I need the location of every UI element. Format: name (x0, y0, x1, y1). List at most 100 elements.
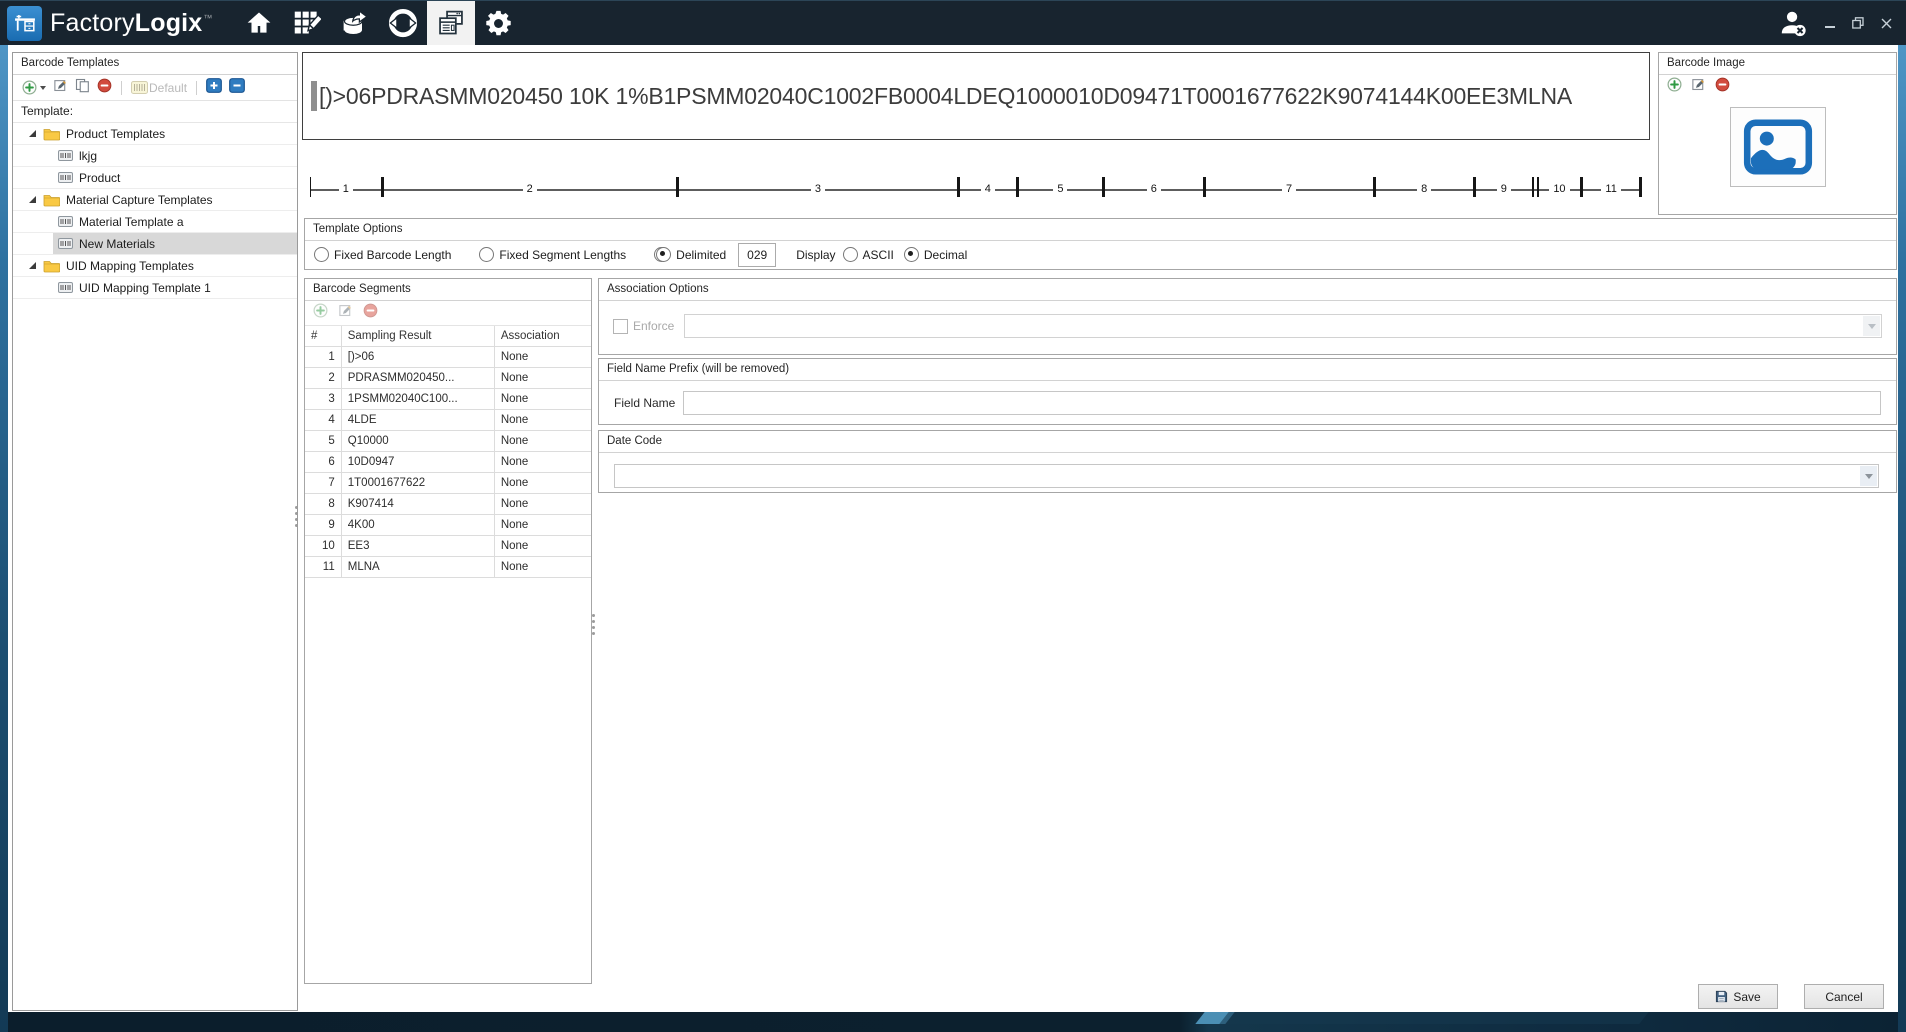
cancel-button[interactable]: Cancel (1804, 984, 1884, 1009)
cell-num: 10 (305, 536, 341, 557)
ruler-segment-number: 11 (1601, 183, 1620, 195)
expand-all-button[interactable] (206, 78, 222, 98)
expand-all-icon (206, 78, 222, 93)
enforce-label: Enforce (633, 319, 674, 333)
tree-item-new-materials-selected[interactable]: New Materials (13, 233, 297, 255)
fixed-barcode-length-radio[interactable] (314, 247, 329, 262)
edit-template-button[interactable] (53, 78, 68, 98)
tree-item-uid-mapping-template-1[interactable]: UID Mapping Template 1 (13, 277, 297, 299)
save-button[interactable]: Save (1698, 984, 1778, 1009)
fixed-segment-lengths-radio[interactable] (479, 247, 494, 262)
restore-icon (1852, 17, 1864, 29)
segment-row[interactable]: 8K907414None (305, 494, 591, 515)
tree-item-lkjg[interactable]: lkjg (13, 145, 297, 167)
tree-folder-uid-mapping-templates[interactable]: UID Mapping Templates (13, 255, 297, 277)
cell-association: None (494, 410, 591, 431)
nav-logistics-button[interactable] (379, 1, 427, 45)
segment-row[interactable]: 5Q10000None (305, 431, 591, 452)
nav-templates-button-selected[interactable] (427, 1, 475, 45)
default-template-button[interactable]: Default (131, 81, 187, 95)
nav-production-button[interactable] (283, 1, 331, 45)
segments-table-header: # Sampling Result Association (305, 326, 591, 347)
minimize-icon (1825, 26, 1835, 28)
add-segment-button[interactable] (313, 303, 328, 323)
tree-folder-product-templates[interactable]: Product Templates (13, 123, 297, 145)
ascii-label: ASCII (863, 248, 894, 262)
user-x-icon (1778, 8, 1808, 38)
association-combobox[interactable] (684, 314, 1882, 338)
field-name-label: Field Name (614, 396, 675, 410)
segment-row[interactable]: 2PDRASMM020450...None (305, 368, 591, 389)
main-content: Barcode Templates (8, 44, 1898, 1012)
expander-icon[interactable] (28, 129, 37, 138)
cell-association: None (494, 557, 591, 578)
nav-home-button[interactable] (235, 1, 283, 45)
sidebar-splitter-grip[interactable] (295, 506, 298, 509)
segment-row[interactable]: 94K00None (305, 515, 591, 536)
col-header-num[interactable]: # (305, 326, 341, 347)
remove-image-button[interactable] (1715, 77, 1730, 97)
cell-num: 3 (305, 389, 341, 410)
segment-row[interactable]: 10EE3None (305, 536, 591, 557)
tree-folder-material-capture-templates[interactable]: Material Capture Templates (13, 189, 297, 211)
tree-item-product[interactable]: Product (13, 167, 297, 189)
minimize-button[interactable] (1816, 8, 1844, 38)
template-label: Template: (13, 101, 297, 123)
ruler-segment-10: 10 (1532, 177, 1581, 197)
cell-sampling: 4K00 (341, 515, 494, 536)
cell-sampling: Q10000 (341, 431, 494, 452)
collapse-all-icon (229, 78, 245, 93)
segment-row[interactable]: 71T0001677622None (305, 473, 591, 494)
col-header-association[interactable]: Association (494, 326, 591, 347)
segment-row[interactable]: 610D0947None (305, 452, 591, 473)
restore-button[interactable] (1844, 8, 1872, 38)
segment-row[interactable]: 1[)>06None (305, 347, 591, 368)
template-options-row: Fixed Barcode Length Fixed Segment Lengt… (305, 241, 1896, 268)
tree-item-material-template-a[interactable]: Material Template a (13, 211, 297, 233)
tree-item-label: Product (79, 171, 120, 185)
edit-segment-button[interactable] (338, 303, 353, 323)
delimited-radio-dot (656, 247, 671, 262)
ruler-segment-5: 5 (1016, 177, 1102, 197)
tree-folder-label: Product Templates (66, 127, 165, 141)
collapse-all-button[interactable] (229, 78, 245, 98)
save-floppy-icon (1715, 990, 1728, 1003)
delimiter-value-input[interactable] (738, 243, 776, 267)
logout-user-button[interactable] (1770, 1, 1816, 45)
edit-image-button[interactable] (1691, 77, 1706, 97)
ruler-segment-7: 7 (1203, 177, 1373, 197)
expander-icon[interactable] (28, 261, 37, 270)
database-arrow-icon (341, 9, 369, 37)
barcode-sample-text: [)>06PDRASMM020450 10K 1%B1PSMM02040C100… (319, 83, 1572, 110)
barcode-image-panel: Barcode Image (1658, 52, 1897, 215)
remove-segment-button[interactable] (363, 303, 378, 323)
ascii-radio[interactable] (843, 247, 858, 262)
close-button[interactable] (1872, 8, 1900, 38)
nav-settings-button[interactable] (475, 1, 523, 45)
bottom-accent-stripe-2 (1219, 1012, 1648, 1024)
default-barcode-icon (131, 81, 148, 94)
delete-template-button[interactable] (97, 78, 112, 98)
field-name-input[interactable] (683, 391, 1881, 415)
add-dropdown-caret-icon (40, 86, 46, 90)
enforce-checkbox[interactable] (613, 319, 628, 334)
association-options-panel: Association Options Enforce (598, 278, 1897, 355)
col-header-sampling[interactable]: Sampling Result (341, 326, 494, 347)
copy-template-button[interactable] (75, 78, 90, 98)
combobox-chevron (1860, 466, 1877, 486)
window-frame-bottom (8, 1012, 1898, 1032)
ruler-segment-number: 7 (1282, 183, 1296, 195)
segments-splitter-grip[interactable] (592, 614, 595, 617)
nav-materials-button[interactable] (331, 1, 379, 45)
expander-icon[interactable] (28, 195, 37, 204)
ruler-segment-number: 3 (811, 183, 825, 195)
decimal-radio[interactable] (904, 247, 919, 262)
segment-row[interactable]: 44LDENone (305, 410, 591, 431)
add-image-button[interactable] (1667, 77, 1682, 97)
segment-row[interactable]: 31PSMM02040C100...None (305, 389, 591, 410)
segment-row[interactable]: 11MLNANone (305, 557, 591, 578)
barcode-sample-textbox[interactable]: [)>06PDRASMM020450 10K 1%B1PSMM02040C100… (302, 52, 1650, 140)
add-icon (22, 80, 37, 95)
add-template-button[interactable] (22, 80, 46, 95)
date-code-combobox[interactable] (614, 464, 1879, 488)
